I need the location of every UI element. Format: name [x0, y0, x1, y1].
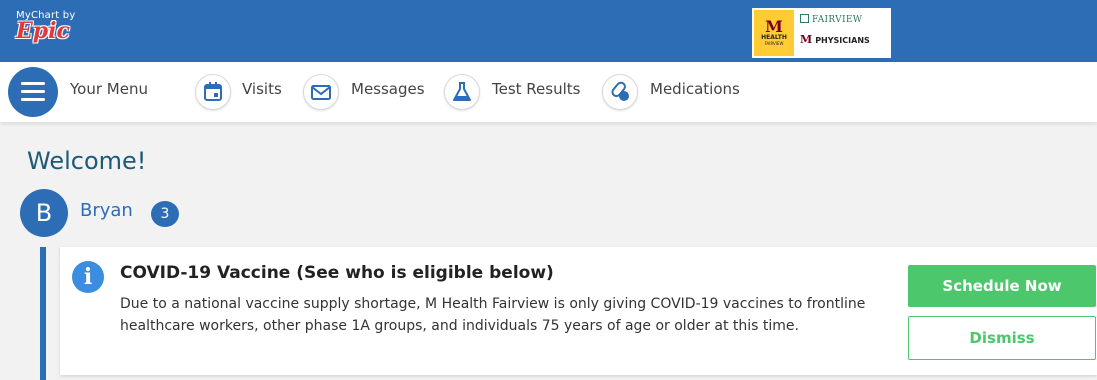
- m-mark: M: [765, 17, 783, 36]
- info-icon: i: [72, 261, 104, 293]
- calendar-icon[interactable]: [195, 74, 231, 110]
- physicians-text: M PHYSICIANS: [800, 33, 870, 46]
- hamburger-menu-icon[interactable]: [8, 67, 58, 117]
- fairview-physicians-mark: FAIRVIEW M PHYSICIANS: [800, 14, 888, 46]
- nav-item-medications[interactable]: Medications: [650, 80, 740, 98]
- fairview-small-text: FAIRVIEW: [764, 41, 784, 46]
- epic-wordmark: Epic: [16, 18, 70, 44]
- nav-bar: Your Menu Visits Messages Test Results M…: [0, 62, 1097, 122]
- m-health-mark: M HEALTH FAIRVIEW: [754, 10, 794, 56]
- fairview-text: FAIRVIEW: [800, 14, 888, 25]
- welcome-heading: Welcome!: [27, 147, 147, 175]
- alert-card: i COVID-19 Vaccine (See who is eligible …: [60, 247, 1097, 375]
- nav-item-visits[interactable]: Visits: [242, 80, 282, 98]
- nav-item-test-results[interactable]: Test Results: [492, 80, 580, 98]
- avatar[interactable]: B: [20, 189, 68, 237]
- alert-body: Due to a national vaccine supply shortag…: [120, 296, 866, 334]
- organization-logo: M HEALTH FAIRVIEW FAIRVIEW M PHYSICIANS: [752, 8, 891, 58]
- alert-title: COVID-19 Vaccine (See who is eligible be…: [120, 263, 554, 283]
- user-name[interactable]: Bryan: [80, 200, 133, 221]
- nav-item-messages[interactable]: Messages: [351, 80, 425, 98]
- envelope-icon[interactable]: [303, 74, 339, 110]
- dismiss-button[interactable]: Dismiss: [908, 316, 1096, 360]
- notification-badge[interactable]: 3: [151, 201, 179, 227]
- top-banner: MyChart by Epic M HEALTH FAIRVIEW FAIRVI…: [0, 0, 1097, 62]
- health-text: HEALTH: [761, 34, 787, 41]
- mychart-logo[interactable]: MyChart by Epic: [16, 10, 75, 44]
- schedule-now-button[interactable]: Schedule Now: [908, 265, 1096, 307]
- flask-icon[interactable]: [444, 74, 480, 110]
- your-menu-label[interactable]: Your Menu: [70, 80, 148, 98]
- pills-icon[interactable]: [602, 74, 638, 110]
- card-accent-bar: [40, 247, 46, 380]
